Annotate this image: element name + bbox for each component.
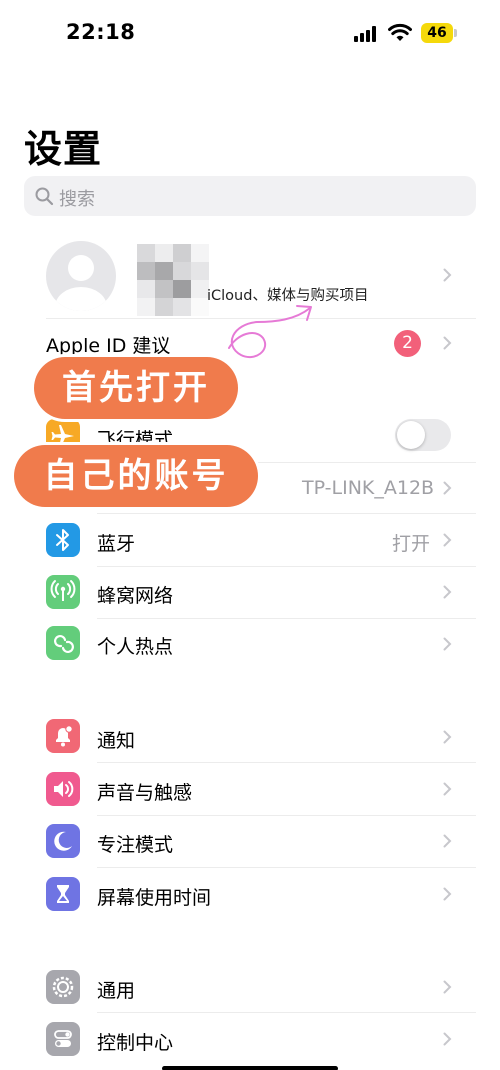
chevron-right-icon: [443, 1032, 452, 1046]
home-indicator[interactable]: [162, 1066, 338, 1070]
settings-row-label: 通知: [97, 730, 136, 752]
settings-row-label: 蜂窝网络: [97, 585, 174, 607]
settings-row-label: 蓝牙: [97, 533, 136, 555]
page-title: 设置: [24, 127, 103, 171]
wifi-status-icon: [388, 23, 412, 41]
status-bar: 22:18 46: [0, 0, 500, 62]
airplane-mode-toggle[interactable]: [395, 419, 451, 451]
annotation-sticker-2: 自己的账号: [14, 445, 258, 507]
settings-row-label: 声音与触感: [97, 782, 193, 804]
gear-icon: [46, 970, 80, 1004]
chevron-right-icon: [443, 481, 452, 495]
avatar: [46, 241, 116, 311]
bluetooth-status-value: 打开: [392, 533, 431, 555]
annotation-sticker-1: 首先打开: [34, 357, 238, 419]
toggle-knob: [397, 421, 425, 449]
hourglass-icon: [46, 877, 80, 911]
battery-tip: [454, 29, 457, 37]
chevron-right-icon: [443, 782, 452, 796]
notification-badge: 2: [394, 330, 421, 357]
wifi-network-value: TP-LINK_A12B: [302, 477, 435, 499]
bluetooth-icon: [46, 523, 80, 557]
chevron-right-icon: [443, 585, 452, 599]
hotspot-icon: [46, 626, 80, 660]
bell-icon: [46, 719, 80, 753]
chevron-right-icon: [443, 637, 452, 651]
chevron-right-icon: [443, 834, 452, 848]
apple-id-suggestions-label: Apple ID 建议: [46, 335, 171, 357]
settings-row-label: 屏幕使用时间: [97, 887, 212, 909]
settings-row-label: 通用: [97, 980, 136, 1002]
chevron-right-icon: [443, 887, 452, 901]
search-icon: [35, 187, 54, 206]
pixelated-name-mask: [137, 244, 211, 318]
cellular-icon: [46, 575, 80, 609]
speaker-icon: [46, 772, 80, 806]
chevron-right-icon: [443, 336, 452, 350]
settings-row-label: 个人热点: [97, 636, 174, 658]
settings-row-label: 控制中心: [97, 1032, 174, 1054]
status-time: 22:18: [66, 20, 136, 44]
signal-icon: [354, 26, 378, 42]
chevron-right-icon: [443, 730, 452, 744]
settings-row-label: 专注模式: [97, 834, 174, 856]
switches-icon: [46, 1022, 80, 1056]
chevron-right-icon: [443, 980, 452, 994]
chevron-right-icon: [443, 268, 452, 282]
search-input[interactable]: 搜索: [24, 176, 476, 216]
chevron-right-icon: [443, 533, 452, 547]
hand-drawn-arrow-icon: [228, 305, 312, 358]
search-placeholder: 搜索: [59, 189, 95, 210]
battery-indicator: 46: [421, 23, 453, 43]
moon-icon: [46, 824, 80, 858]
